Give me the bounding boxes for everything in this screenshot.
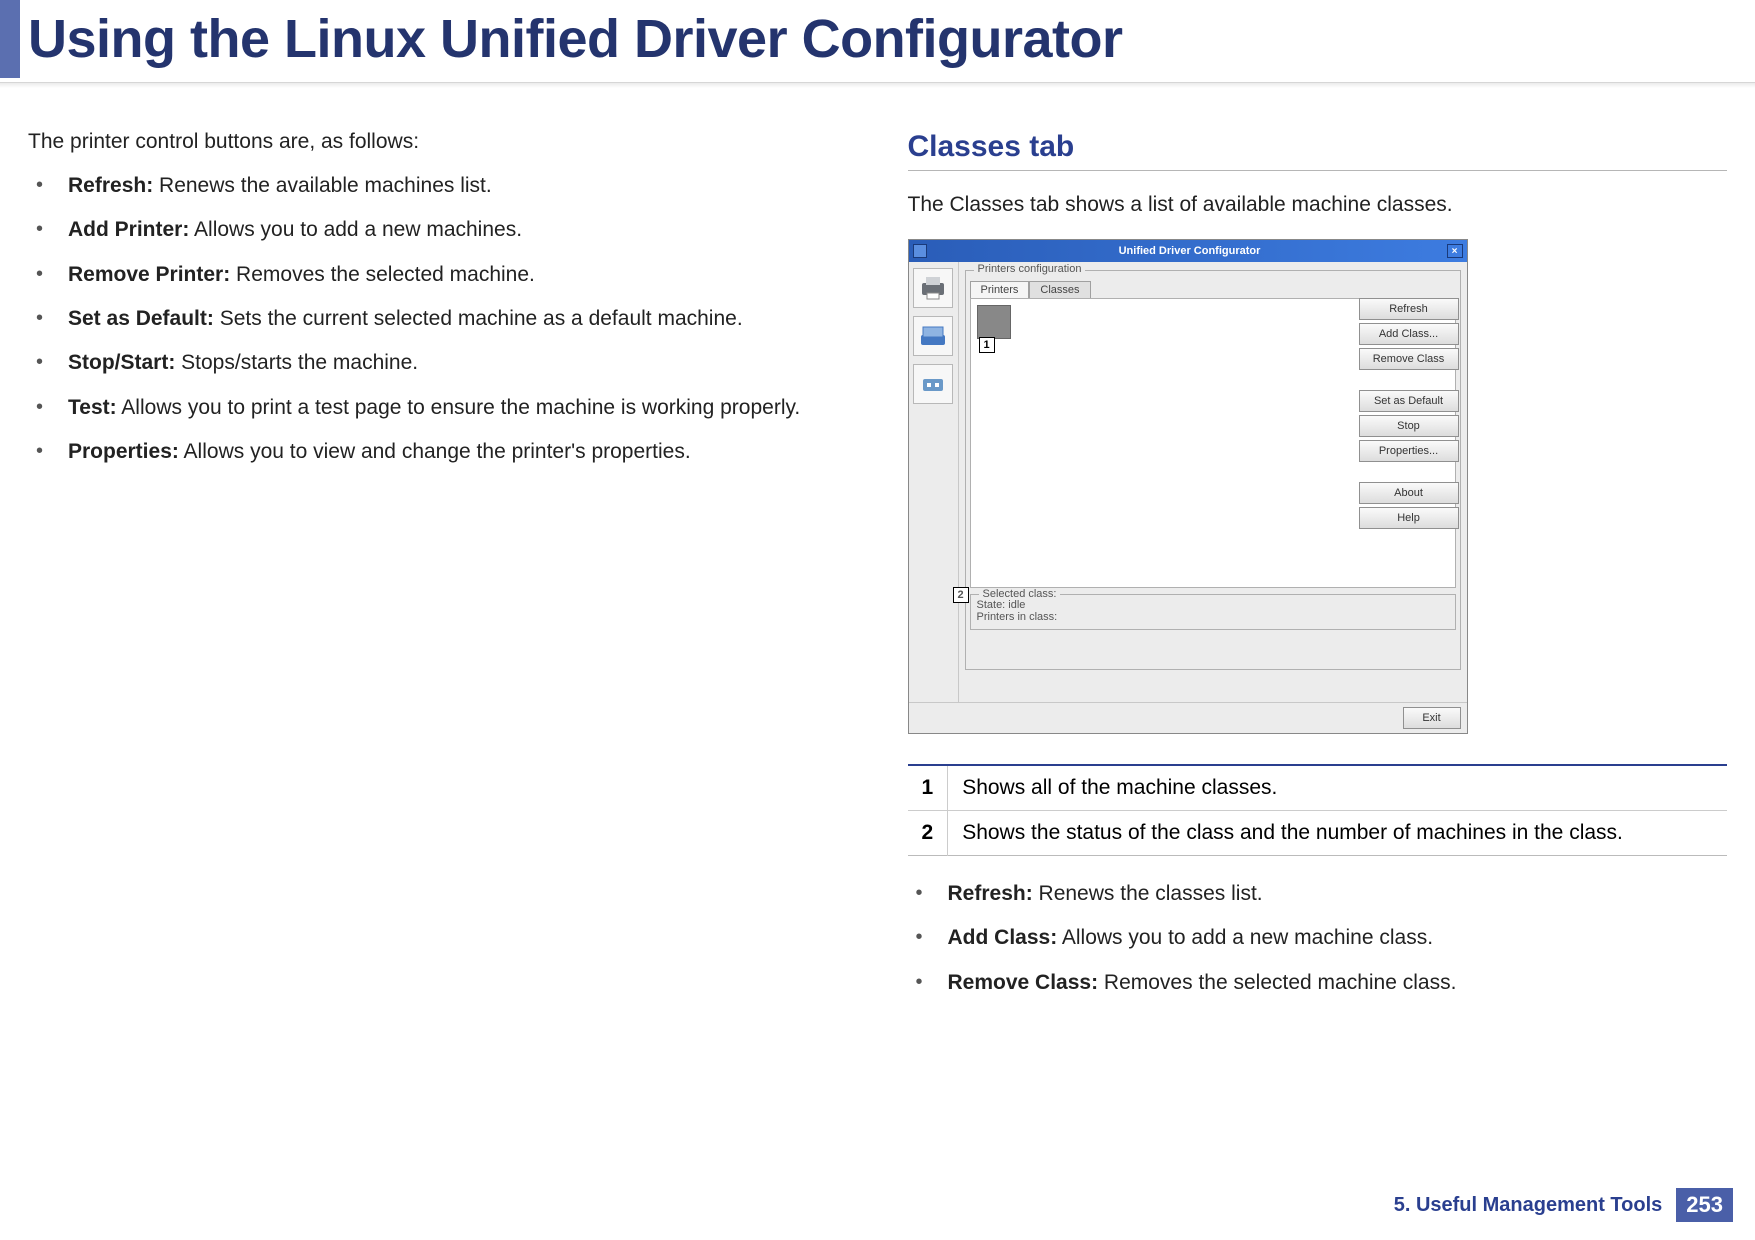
bullet-term: Stop/Start: [68, 351, 175, 374]
bullet-term: Test: [68, 396, 117, 419]
add-class-button[interactable]: Add Class... [1359, 323, 1459, 345]
list-item: Add Printer: Allows you to add a new mac… [28, 216, 848, 244]
left-intro: The printer control buttons are, as foll… [28, 130, 848, 154]
list-item: Remove Printer: Removes the selected mac… [28, 261, 848, 289]
list-item: Refresh: Renews the classes list. [908, 880, 1728, 908]
callout-2-badge: 2 [953, 587, 969, 603]
bullet-desc: Allows you to add a new machines. [189, 218, 522, 241]
class-buttons-list: Refresh: Renews the classes list. Add Cl… [908, 880, 1728, 997]
sidebar-ports-icon[interactable] [913, 364, 953, 404]
list-item: Test: Allows you to print a test page to… [28, 394, 848, 422]
bullet-term: Refresh: [68, 174, 153, 197]
bullet-term: Remove Class: [948, 971, 1099, 994]
tab-classes[interactable]: Classes [1029, 281, 1090, 299]
list-item: Remove Class: Removes the selected machi… [908, 969, 1728, 997]
page-footer: 5. Useful Management Tools 253 [1394, 1188, 1733, 1222]
window-footer: Exit [909, 702, 1467, 733]
callout-num: 1 [908, 765, 948, 811]
list-item: Stop/Start: Stops/starts the machine. [28, 349, 848, 377]
bullet-term: Properties: [68, 440, 179, 463]
printers-in-class-label: Printers in class: [977, 611, 1449, 623]
list-item: Add Class: Allows you to add a new machi… [908, 924, 1728, 952]
state-label: State: [977, 599, 1009, 611]
bullet-term: Remove Printer: [68, 263, 230, 286]
window-titlebar: Unified Driver Configurator × [909, 240, 1467, 262]
section-heading-classes: Classes tab [908, 130, 1728, 171]
window-button-stack: Refresh Add Class... Remove Class Set as… [1359, 298, 1459, 529]
page-title: Using the Linux Unified Driver Configura… [28, 8, 1123, 70]
bullet-desc: Allows you to add a new machine class. [1057, 926, 1433, 949]
content-columns: The printer control buttons are, as foll… [28, 130, 1727, 1013]
bullet-desc: Sets the current selected machine as a d… [214, 307, 743, 330]
bullet-desc: Removes the selected machine class. [1098, 971, 1456, 994]
tab-printers[interactable]: Printers [970, 281, 1030, 299]
list-item: Refresh: Renews the available machines l… [28, 172, 848, 200]
callout-table: 1 Shows all of the machine classes. 2 Sh… [908, 764, 1728, 856]
window-main-panel: Printers configuration Printers Classes … [959, 262, 1467, 702]
printer-buttons-list: Refresh: Renews the available machines l… [28, 172, 848, 466]
bullet-term: Refresh: [948, 882, 1033, 905]
callout-1-badge: 1 [979, 337, 995, 353]
window-system-icon [913, 244, 927, 258]
sidebar-scanners-icon[interactable] [913, 316, 953, 356]
bullet-term: Set as Default: [68, 307, 214, 330]
callout-desc: Shows all of the machine classes. [948, 765, 1727, 811]
window-sidebar [909, 262, 959, 702]
bullet-desc: Allows you to view and change the printe… [179, 440, 691, 463]
table-row: 1 Shows all of the machine classes. [908, 765, 1728, 811]
bullet-term: Add Class: [948, 926, 1058, 949]
exit-button[interactable]: Exit [1403, 707, 1461, 729]
callout-desc: Shows the status of the class and the nu… [948, 811, 1727, 856]
configurator-window: Unified Driver Configurator × [908, 239, 1468, 734]
scanner-icon [918, 321, 948, 351]
window-title: Unified Driver Configurator [933, 245, 1447, 257]
state-value: idle [1008, 599, 1025, 611]
port-icon [918, 369, 948, 399]
fieldset-legend: Printers configuration [974, 263, 1086, 275]
printer-icon [918, 273, 948, 303]
table-row: 2 Shows the status of the class and the … [908, 811, 1728, 856]
list-item: Set as Default: Sets the current selecte… [28, 305, 848, 333]
section-intro: The Classes tab shows a list of availabl… [908, 193, 1728, 217]
page-number: 253 [1676, 1188, 1733, 1222]
footer-chapter: 5. Useful Management Tools [1394, 1194, 1663, 1217]
bullet-desc: Removes the selected machine. [230, 263, 535, 286]
remove-class-button[interactable]: Remove Class [1359, 348, 1459, 370]
class-item-icon[interactable] [977, 305, 1011, 339]
window-body: Printers configuration Printers Classes … [909, 262, 1467, 702]
refresh-button[interactable]: Refresh [1359, 298, 1459, 320]
about-button[interactable]: About [1359, 482, 1459, 504]
selected-class-legend: Selected class: [979, 588, 1061, 600]
bullet-desc: Stops/starts the machine. [175, 351, 418, 374]
sidebar-printers-icon[interactable] [913, 268, 953, 308]
help-button[interactable]: Help [1359, 507, 1459, 529]
properties-button[interactable]: Properties... [1359, 440, 1459, 462]
bullet-desc: Renews the classes list. [1033, 882, 1263, 905]
bullet-desc: Allows you to print a test page to ensur… [117, 396, 801, 419]
callout-num: 2 [908, 811, 948, 856]
close-icon[interactable]: × [1447, 244, 1463, 258]
bullet-desc: Renews the available machines list. [153, 174, 492, 197]
right-column: Classes tab The Classes tab shows a list… [908, 130, 1728, 1013]
left-column: The printer control buttons are, as foll… [28, 130, 848, 1013]
selected-state-row: State: idle [977, 599, 1449, 611]
header-divider [0, 82, 1755, 88]
header-accent-bar [0, 0, 20, 78]
set-default-button[interactable]: Set as Default [1359, 390, 1459, 412]
list-item: Properties: Allows you to view and chang… [28, 438, 848, 466]
bullet-term: Add Printer: [68, 218, 189, 241]
selected-class-box: 2 Selected class: State: idle Printers i… [970, 594, 1456, 630]
stop-button[interactable]: Stop [1359, 415, 1459, 437]
config-tabs: Printers Classes [970, 281, 1456, 299]
